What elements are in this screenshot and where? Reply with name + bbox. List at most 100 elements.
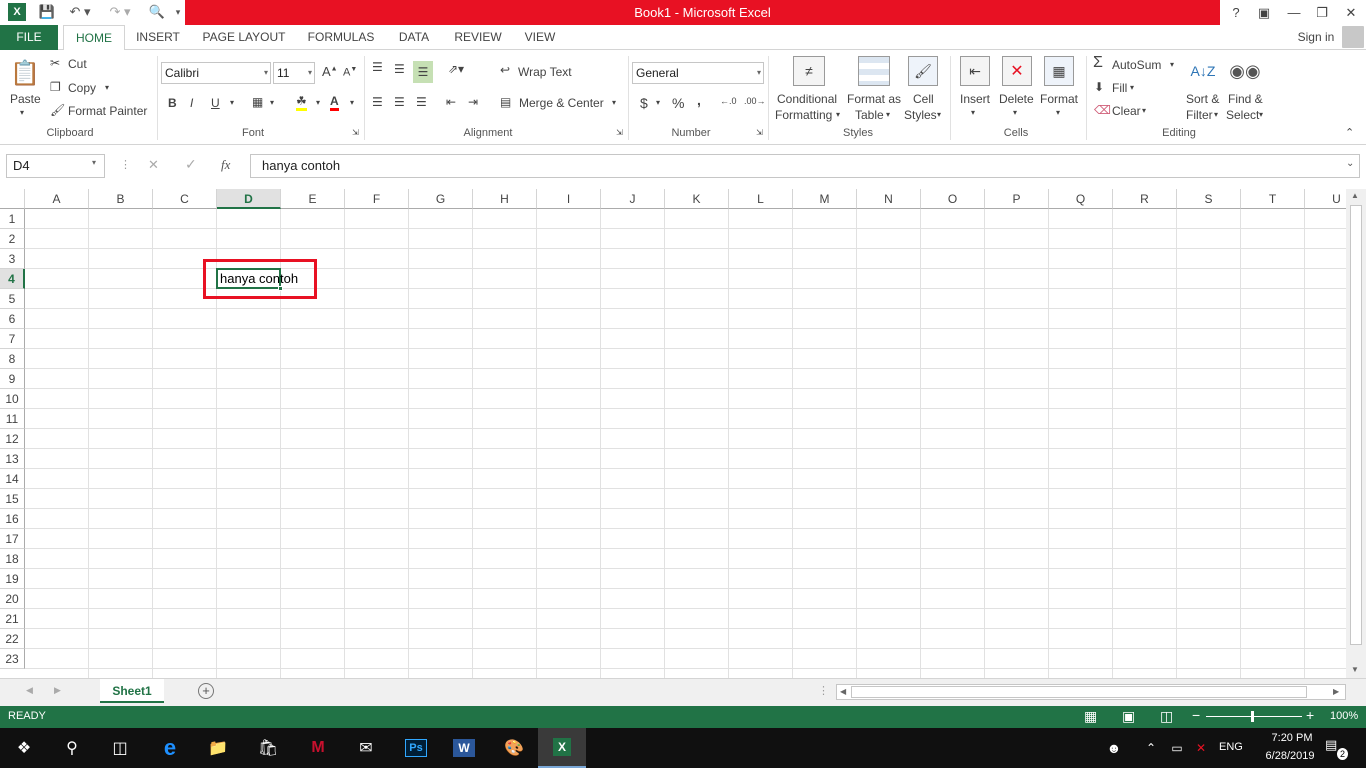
insert-cells-icon[interactable]: ⇤ xyxy=(960,56,990,86)
font-color-icon[interactable]: A xyxy=(330,94,339,111)
store-icon[interactable]: 🛍 xyxy=(244,728,292,768)
close-button[interactable]: ✕ xyxy=(1336,0,1366,25)
format-as-table-line2[interactable]: Table xyxy=(855,108,884,122)
clock-time[interactable]: 7:20 PM xyxy=(1260,732,1324,744)
copy-button[interactable]: Copy xyxy=(68,81,96,95)
normal-view-icon[interactable]: ▦ xyxy=(1084,708,1097,725)
conditional-formatting-icon[interactable]: ≠ xyxy=(793,56,825,86)
row-header[interactable]: 4 xyxy=(0,269,25,289)
column-header[interactable]: I xyxy=(537,189,601,209)
copy-dropdown-icon[interactable]: ▾ xyxy=(105,83,109,92)
wrap-text-icon[interactable]: ↩ xyxy=(500,63,510,77)
tab-home[interactable]: HOME xyxy=(63,25,125,51)
tab-insert[interactable]: INSERT xyxy=(130,25,186,50)
comma-button[interactable]: , xyxy=(697,92,701,108)
column-header[interactable]: E xyxy=(281,189,345,209)
row-header[interactable]: 20 xyxy=(0,589,25,609)
number-format-dropdown[interactable]: General ▾ xyxy=(632,62,764,84)
align-top-icon[interactable]: ☰ xyxy=(372,60,383,74)
align-center-icon[interactable]: ☰ xyxy=(394,95,405,109)
row-header[interactable]: 5 xyxy=(0,289,25,309)
borders-dropdown-icon[interactable]: ▾ xyxy=(270,98,274,107)
column-header[interactable]: J xyxy=(601,189,665,209)
zoom-slider-thumb[interactable] xyxy=(1251,711,1254,722)
insert-function-icon[interactable]: fx xyxy=(221,157,230,173)
ribbon-display-icon[interactable]: ▣ xyxy=(1249,0,1279,25)
font-color-dropdown-icon[interactable]: ▾ xyxy=(350,98,354,107)
zoom-level[interactable]: 100% xyxy=(1330,710,1358,722)
row-header[interactable]: 18 xyxy=(0,549,25,569)
delete-cells-button[interactable]: Delete xyxy=(999,92,1034,106)
tab-formulas[interactable]: FORMULAS xyxy=(302,25,380,50)
column-header[interactable]: Q xyxy=(1049,189,1113,209)
row-header[interactable]: 15 xyxy=(0,489,25,509)
tab-data[interactable]: DATA xyxy=(390,25,438,50)
excel-taskbar-icon[interactable]: X xyxy=(538,728,586,768)
conditional-formatting-line1[interactable]: Conditional xyxy=(777,92,837,106)
font-dialog-launcher-icon[interactable]: ⇲ xyxy=(352,128,359,137)
cell-styles-icon[interactable]: 🖌 xyxy=(908,56,938,86)
currency-button[interactable]: $ xyxy=(640,95,648,111)
sort-filter-line2[interactable]: Filter xyxy=(1186,108,1213,122)
name-box-dropdown-icon[interactable]: ▾ xyxy=(92,158,96,167)
row-header[interactable]: 23 xyxy=(0,649,25,669)
sheet-tab[interactable]: Sheet1 xyxy=(100,679,164,703)
print-preview-icon[interactable]: 🔍 xyxy=(144,2,170,22)
increase-font-icon[interactable]: A▲ xyxy=(322,64,338,79)
edge-icon[interactable]: e xyxy=(146,728,194,768)
orientation-icon[interactable]: ⇗▾ xyxy=(448,62,464,76)
sort-filter-line1[interactable]: Sort & xyxy=(1186,92,1219,106)
scroll-left-icon[interactable]: ◀ xyxy=(840,687,846,696)
format-painter-button[interactable]: Format Painter xyxy=(68,104,147,118)
split-handle-icon[interactable]: ⋮ xyxy=(818,684,829,697)
sort-filter-icon[interactable]: A↓Z xyxy=(1188,56,1218,86)
row-header[interactable]: 8 xyxy=(0,349,25,369)
clear-icon[interactable]: ⌫ xyxy=(1094,103,1111,117)
show-hidden-icons-icon[interactable]: ⌃ xyxy=(1138,728,1164,768)
formula-input[interactable]: hanya contoh xyxy=(250,154,1360,178)
customize-qat-icon[interactable]: ▾ xyxy=(172,2,184,22)
wrap-text-button[interactable]: Wrap Text xyxy=(518,65,572,79)
sheet-next-icon[interactable]: ▶ xyxy=(54,685,61,696)
column-header[interactable]: M xyxy=(793,189,857,209)
insert-cells-button[interactable]: Insert xyxy=(960,92,990,106)
borders-icon[interactable]: ▦ xyxy=(252,95,263,109)
cut-icon[interactable]: ✂ xyxy=(50,56,60,70)
page-layout-view-icon[interactable]: ▣ xyxy=(1122,708,1135,725)
format-cells-icon[interactable]: ▦ xyxy=(1044,56,1074,86)
sheet-prev-icon[interactable]: ◀ xyxy=(26,685,33,696)
file-explorer-icon[interactable]: 📁 xyxy=(194,728,242,768)
sort-filter-dropdown-icon[interactable]: ▾ xyxy=(1214,110,1218,119)
align-bottom-icon[interactable]: ☰ xyxy=(413,61,433,83)
autosum-icon[interactable]: Σ xyxy=(1093,54,1103,72)
add-sheet-icon[interactable]: + xyxy=(198,683,214,699)
zoom-in-icon[interactable]: + xyxy=(1306,707,1314,723)
task-view-icon[interactable]: ◫ xyxy=(96,728,144,768)
format-as-table-dropdown-icon[interactable]: ▾ xyxy=(886,110,890,119)
row-header[interactable]: 2 xyxy=(0,229,25,249)
increase-indent-icon[interactable]: ⇥ xyxy=(468,95,478,109)
name-box[interactable]: D4 xyxy=(6,154,105,178)
conditional-formatting-dropdown-icon[interactable]: ▾ xyxy=(836,110,840,119)
conditional-formatting-line2[interactable]: Formatting xyxy=(775,108,832,122)
scroll-right-icon[interactable]: ▶ xyxy=(1333,687,1339,696)
clock-date[interactable]: 6/28/2019 xyxy=(1252,750,1328,762)
redo-icon[interactable]: ↷ ▾ xyxy=(104,2,136,22)
column-header[interactable]: C xyxy=(153,189,217,209)
clear-dropdown-icon[interactable]: ▾ xyxy=(1142,106,1146,115)
align-middle-icon[interactable]: ☰ xyxy=(394,62,405,76)
user-avatar-icon[interactable] xyxy=(1342,26,1364,48)
windows-start-icon[interactable]: ❖ xyxy=(0,728,48,768)
photoshop-icon[interactable]: Ps xyxy=(392,728,440,768)
column-header[interactable]: H xyxy=(473,189,537,209)
notification-count[interactable]: 2 xyxy=(1337,748,1348,760)
page-break-view-icon[interactable]: ◫ xyxy=(1160,708,1173,725)
row-header[interactable]: 13 xyxy=(0,449,25,469)
number-dialog-launcher-icon[interactable]: ⇲ xyxy=(756,128,763,137)
tab-view[interactable]: VIEW xyxy=(518,25,562,50)
decrease-indent-icon[interactable]: ⇤ xyxy=(446,95,456,109)
vertical-scrollbar[interactable]: ▲ ▼ xyxy=(1346,189,1366,678)
alignment-dialog-launcher-icon[interactable]: ⇲ xyxy=(616,128,623,137)
column-header[interactable]: G xyxy=(409,189,473,209)
format-painter-icon[interactable]: 🖌 xyxy=(50,103,65,117)
